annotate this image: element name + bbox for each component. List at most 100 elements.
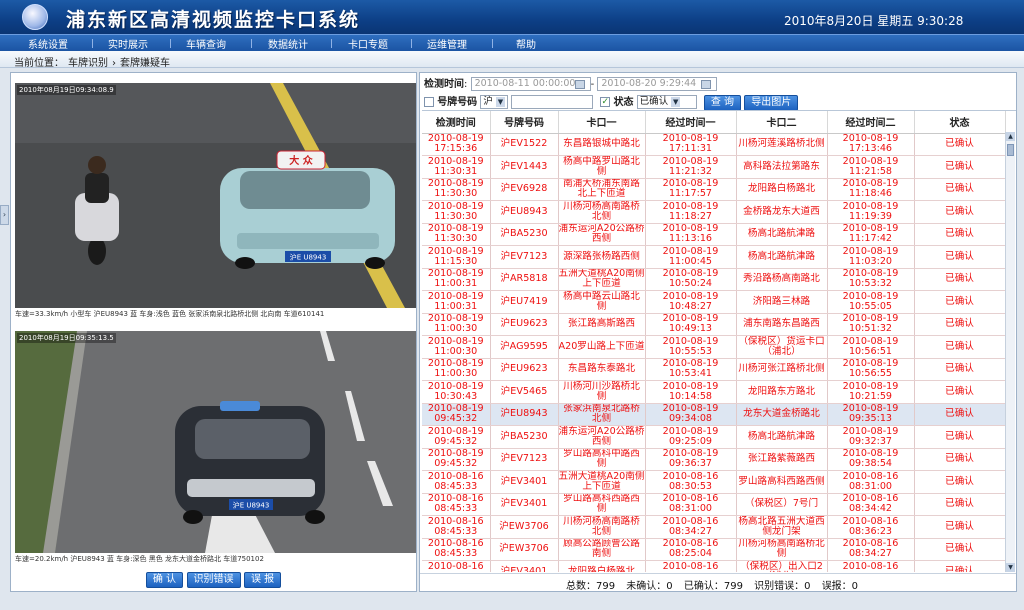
table-cell: 2010-08-19 10:56:51 xyxy=(827,335,915,359)
table-cell: 龙东大道金桥路北 xyxy=(736,403,828,426)
table-cell: 2010-08-19 10:21:59 xyxy=(827,380,915,404)
plate-prefix-select[interactable]: 沪 ▼ xyxy=(480,95,508,109)
table-cell: 金桥路龙东大道西 xyxy=(736,200,828,224)
table-cell: 2010-08-19 10:55:05 xyxy=(827,290,915,314)
nav-statistics[interactable]: 数据统计 xyxy=(268,36,308,51)
table-row[interactable]: 2010-08-19 11:30:31 沪EV1443 杨高中路罗山路北侧 2010-… xyxy=(422,155,1006,179)
time-filter-row: 检测时间: 2010-08-11 00:00:00- 2010-08-20 9:… xyxy=(424,75,718,93)
table-row[interactable]: 2010-08-19 11:15:30 沪EV7123 源深路张杨路西侧 2010-0… xyxy=(422,245,1006,269)
status-select[interactable]: 已确认 ▼ xyxy=(636,95,697,109)
table-row[interactable]: 2010-08-16 08:45:33 沪EW3706 川杨河杨高南路桥北侧 2010… xyxy=(422,515,1006,539)
datetime-display: 2010年8月20日 星期五 9:30:28 xyxy=(784,14,964,28)
table-row[interactable]: 2010-08-16 08:45:33 沪EV3401 罗山路高科西路西侧 2010-… xyxy=(422,493,1006,516)
table-cell: 2010-08-19 11:00:30 xyxy=(422,335,491,359)
false-report-button[interactable]: 误 报 xyxy=(244,572,282,588)
table-cell: 南浦大桥浦东南路北上下匝道 xyxy=(558,178,646,201)
scroll-thumb[interactable] xyxy=(1007,144,1014,156)
table-cell: 沪EV5465 xyxy=(490,380,559,404)
table-cell: 五洲大道桃A20南侧上下匝道 xyxy=(558,470,646,494)
table-cell: （保税区）货运卡口（浦北） xyxy=(736,335,828,359)
time-to-input[interactable]: 2010-08-20 9:29:44 xyxy=(597,77,718,91)
table-row[interactable]: 2010-08-19 11:00:31 沪EU7419 杨高中路云山路北侧 2010-… xyxy=(422,290,1006,314)
table-cell: 已确认 xyxy=(914,358,1006,381)
table-cell: 2010-08-16 08:31:00 xyxy=(645,493,737,516)
table-cell: 2010-08-19 11:19:39 xyxy=(827,200,915,224)
table-row[interactable]: 2010-08-19 11:30:30 沪EU8943 川杨河杨高南路桥北侧 2010… xyxy=(422,200,1006,224)
table-row[interactable]: 2010-08-19 09:45:32 沪EU8943 张家浜南泉北路桥北侧 2010… xyxy=(422,403,1006,426)
table-cell: 龙阳路东方路北 xyxy=(736,380,828,404)
calendar-icon[interactable] xyxy=(574,79,585,89)
nav-realtime[interactable]: 实时展示 xyxy=(108,36,148,51)
table-cell: 杨高北路航津路 xyxy=(736,425,828,449)
table-row[interactable]: 2010-08-19 11:00:30 沪EU9623 张江路高斯路西 2010-08… xyxy=(422,313,1006,336)
table-cell: 沪EV7123 xyxy=(490,245,559,269)
column-header[interactable]: 状态 xyxy=(914,111,1006,134)
nav-system-settings[interactable]: 系统设置 xyxy=(28,36,68,51)
table-cell: 2010-08-16 08:36:23 xyxy=(827,515,915,539)
confirm-button[interactable]: 确 认 xyxy=(145,572,183,588)
nav-checkpoint-topics[interactable]: 卡口专题 xyxy=(348,36,388,51)
table-cell: 杨高北路航津路 xyxy=(736,245,828,269)
nav-help[interactable]: 帮助 xyxy=(516,36,536,51)
capture-timestamp-2: 2010年08月19日09:35:13.5 xyxy=(17,333,116,343)
plate-label: 号牌号码 xyxy=(437,97,478,108)
table-row[interactable]: 2010-08-19 11:00:30 沪AG9595 A20罗山路上下匝道 2010… xyxy=(422,335,1006,359)
column-header[interactable]: 经过时间一 xyxy=(645,111,737,134)
collapse-sidebar-button[interactable]: › xyxy=(0,205,9,225)
misrecognition-button[interactable]: 识别错误 xyxy=(186,572,241,588)
table-header-row: 检测时间 号牌号码 卡口一 经过时间一 卡口二 经过时间二 状态 xyxy=(422,111,1006,134)
scroll-down-icon[interactable]: ▼ xyxy=(1006,563,1015,572)
plate-number-input[interactable] xyxy=(511,95,594,109)
table-cell: 张江路紫薇路西 xyxy=(736,448,828,471)
table-cell: 沪EV1522 xyxy=(490,133,559,156)
table-row[interactable]: 2010-08-16 08:45:33 沪EW3706 顾高公路顾曹公路南侧 2010… xyxy=(422,538,1006,561)
table-row[interactable]: 2010-08-19 10:30:43 沪EV5465 川杨河川沙路桥北侧 2010-… xyxy=(422,380,1006,404)
table-cell: 2010-08-19 10:53:32 xyxy=(827,268,915,291)
table-cell: 川杨河川沙路桥北侧 xyxy=(558,380,646,404)
table-cell: 沪EV6928 xyxy=(490,178,559,201)
scroll-up-icon[interactable]: ▲ xyxy=(1006,132,1015,141)
status-filter-checkbox[interactable]: ✓ xyxy=(600,97,611,107)
table-row[interactable]: 2010-08-19 11:00:31 沪AR5818 五洲大道桃A20南侧上下匝道… xyxy=(422,268,1006,291)
column-header[interactable]: 卡口一 xyxy=(558,111,646,134)
table-cell: （保税区）出入口2（浦北） xyxy=(736,560,828,572)
column-header[interactable]: 经过时间二 xyxy=(827,111,915,134)
nav-vehicle-query[interactable]: 车辆查询 xyxy=(186,36,226,51)
time-from-input[interactable]: 2010-08-11 00:00:00 xyxy=(470,77,591,91)
column-header[interactable]: 号牌号码 xyxy=(490,111,559,134)
nav-operations[interactable]: 运维管理 xyxy=(427,36,467,51)
table-row[interactable]: 2010-08-19 11:30:30 沪EV6928 南浦大桥浦东南路北上下匝道 2… xyxy=(422,178,1006,201)
column-header[interactable]: 卡口二 xyxy=(736,111,828,134)
chevron-down-icon: ▼ xyxy=(671,97,681,107)
query-button[interactable]: 查 询 xyxy=(703,95,742,111)
table-cell: 杨高中路罗山路北侧 xyxy=(558,155,646,179)
export-images-button[interactable]: 导出图片 xyxy=(744,95,799,111)
column-header[interactable]: 检测时间 xyxy=(422,111,491,134)
breadcrumb-link-plate-recognition[interactable]: 车牌识别 xyxy=(68,58,108,69)
table-cell: 已确认 xyxy=(914,178,1006,201)
table-cell: 秀沿路杨高南路北 xyxy=(736,268,828,291)
table-row[interactable]: 2010-08-19 17:15:36 沪EV1522 东昌路银城中路北 2010-0… xyxy=(422,133,1006,156)
table-cell: 沪EV3401 xyxy=(490,560,559,572)
table-row[interactable]: 2010-08-19 11:00:30 沪EU9623 东昌路东泰路北 2010-08… xyxy=(422,358,1006,381)
table-cell: 已确认 xyxy=(914,223,1006,246)
table-cell: 沪EV3401 xyxy=(490,493,559,516)
table-row[interactable]: 2010-08-16 08:45:33 沪EV3401 五洲大道桃A20南侧上下匝道… xyxy=(422,470,1006,494)
table-row[interactable]: 2010-08-16 08:45:33沪EV3401龙阳路白杨路北2010-08… xyxy=(422,560,1006,572)
calendar-icon[interactable] xyxy=(701,79,712,89)
table-row[interactable]: 2010-08-19 11:30:30 沪BA5230 浦东运河A20公路桥西侧 20… xyxy=(422,223,1006,246)
table-cell: 2010-08-19 10:51:32 xyxy=(827,313,915,336)
capture-photo-2: 沪E U8943 2010年08月19日09:35:13.5 xyxy=(15,331,416,553)
plate-filter-checkbox[interactable] xyxy=(424,97,434,107)
table-cell: 2010-08-19 11:18:27 xyxy=(645,200,737,224)
misrecognition-count: 识别错误：0 xyxy=(754,581,811,592)
table-row[interactable]: 2010-08-19 09:45:32 沪BA5230 浦东运河A20公路桥西侧 20… xyxy=(422,425,1006,449)
false-report-count: 误报：0 xyxy=(821,581,859,592)
table-cell: 2010-08-19 09:45:32 xyxy=(422,448,491,471)
nav-divider xyxy=(92,39,93,48)
table-scrollbar[interactable]: ▲ ▼ xyxy=(1005,132,1015,572)
table-cell: 已确认 xyxy=(914,560,1006,572)
records-panel: 检测时间: 2010-08-11 00:00:00- 2010-08-20 9:… xyxy=(419,72,1017,592)
table-row[interactable]: 2010-08-19 09:45:32 沪EV7123 罗山路高科中路西侧 2010-… xyxy=(422,448,1006,471)
table-cell: 2010-08-16 08:45:33 xyxy=(422,560,491,572)
